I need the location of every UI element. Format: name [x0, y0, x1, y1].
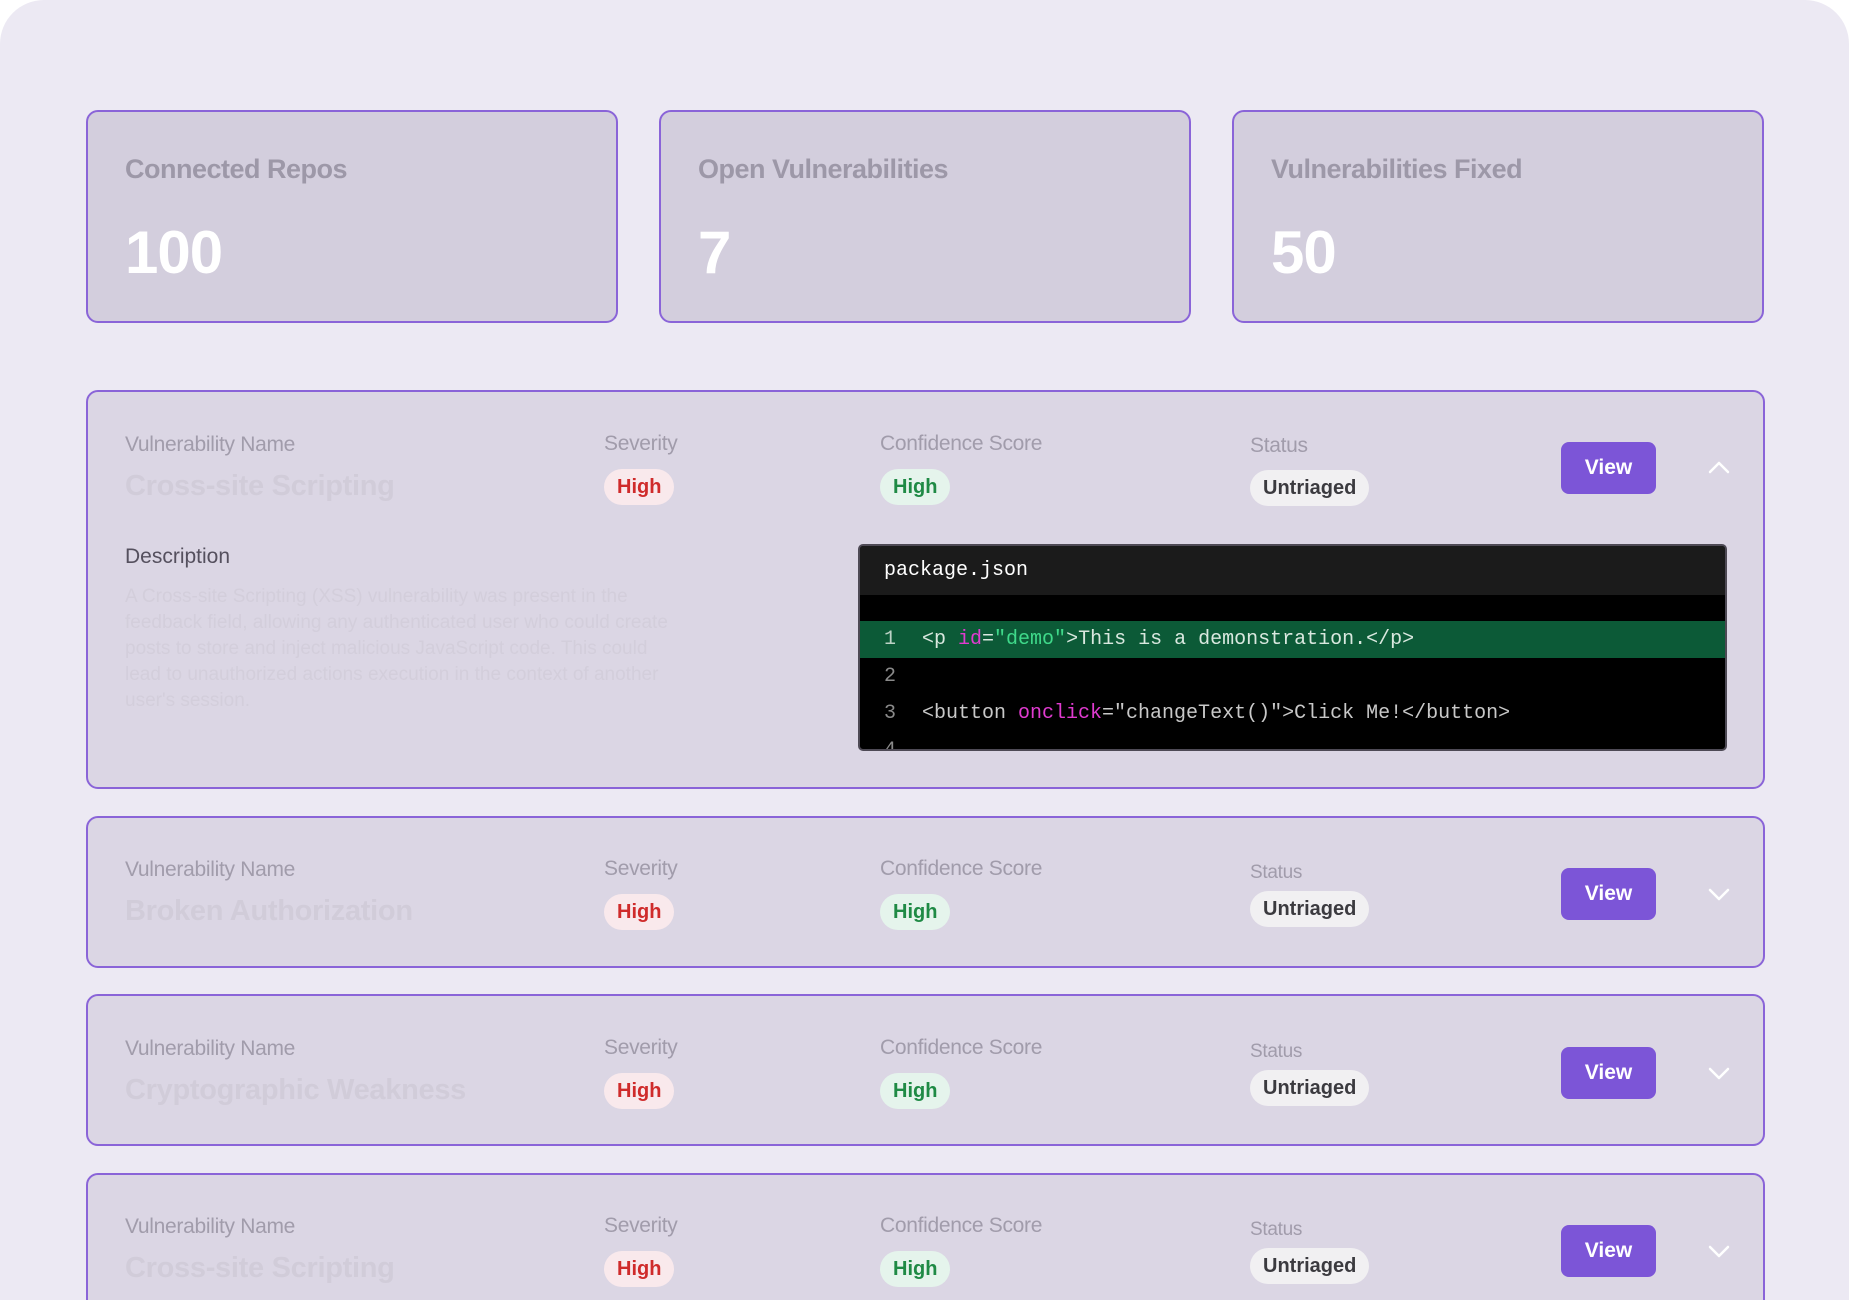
confidence-score-label: Confidence Score: [880, 1214, 1043, 1237]
code-text: <p id="demo">This is a demonstration.</p…: [922, 628, 1415, 651]
stat-value: 50: [1271, 219, 1337, 286]
status-badge: Untriaged: [1250, 1070, 1370, 1106]
line-number: 3: [884, 702, 897, 725]
dashboard-page: Connected Repos 100 Open Vulnerabilities…: [0, 0, 1849, 1300]
view-button[interactable]: View: [1561, 1047, 1656, 1099]
vulnerability-name: Cross-site Scripting: [125, 1252, 395, 1284]
vulnerability-name: Cryptographic Weakness: [125, 1074, 466, 1106]
vulnerability-card[interactable]: Vulnerability Name Cross-site Scripting …: [86, 1173, 1765, 1300]
vulnerability-card[interactable]: Vulnerability Name Broken Authorization …: [86, 816, 1765, 968]
stat-value: 100: [125, 219, 223, 286]
vulnerability-name-label: Vulnerability Name: [125, 1215, 296, 1238]
status-badge: Untriaged: [1250, 891, 1370, 927]
view-button[interactable]: View: [1561, 1225, 1656, 1277]
line-number: 2: [884, 665, 897, 688]
line-number: 4: [884, 739, 897, 751]
vulnerability-card[interactable]: Vulnerability Name Cryptographic Weaknes…: [86, 994, 1765, 1146]
confidence-score-label: Confidence Score: [880, 432, 1043, 455]
confidence-badge: High: [880, 469, 951, 505]
status-badge: Untriaged: [1250, 1248, 1370, 1284]
code-line: 2: [860, 658, 1725, 695]
severity-label: Severity: [604, 857, 678, 880]
confidence-score-label: Confidence Score: [880, 857, 1043, 880]
code-line: 1 <p id="demo">This is a demonstration.<…: [860, 621, 1725, 658]
severity-label: Severity: [604, 1214, 678, 1237]
vulnerability-name-label: Vulnerability Name: [125, 858, 296, 881]
vulnerability-name-label: Vulnerability Name: [125, 1037, 296, 1060]
description-text: A Cross-site Scripting (XSS) vulnerabili…: [125, 586, 668, 711]
confidence-score-label: Confidence Score: [880, 1036, 1043, 1059]
chevron-down-icon[interactable]: [1702, 877, 1736, 911]
code-line: 4: [860, 732, 1725, 751]
view-button[interactable]: View: [1561, 442, 1656, 494]
view-button[interactable]: View: [1561, 868, 1656, 920]
code-line: 3 <button onclick="changeText()">Click M…: [860, 695, 1725, 732]
vulnerability-card[interactable]: Vulnerability Name Cross-site Scripting …: [86, 390, 1765, 789]
stat-card-open-vulnerabilities: Open Vulnerabilities 7: [659, 110, 1191, 323]
chevron-down-icon[interactable]: [1702, 1056, 1736, 1090]
status-label: Status: [1250, 1041, 1303, 1062]
status-badge: Untriaged: [1250, 470, 1370, 506]
severity-label: Severity: [604, 1036, 678, 1059]
status-label: Status: [1250, 862, 1303, 883]
stat-card-connected-repos: Connected Repos 100: [86, 110, 618, 323]
confidence-badge: High: [880, 894, 951, 930]
stats-row: Connected Repos 100 Open Vulnerabilities…: [86, 110, 1765, 325]
severity-badge: High: [604, 1251, 675, 1287]
stat-title: Vulnerabilities Fixed: [1271, 154, 1523, 184]
line-number: 1: [884, 628, 897, 651]
severity-badge: High: [604, 1073, 675, 1109]
description-label: Description: [125, 545, 231, 568]
vulnerability-name: Cross-site Scripting: [125, 470, 395, 502]
vulnerability-name-label: Vulnerability Name: [125, 433, 296, 456]
code-text: <button onclick="changeText()">Click Me!…: [922, 702, 1511, 725]
confidence-badge: High: [880, 1073, 951, 1109]
code-filename: package.json: [860, 546, 1725, 595]
status-label: Status: [1250, 434, 1308, 457]
confidence-badge: High: [880, 1251, 951, 1287]
chevron-up-icon[interactable]: [1702, 451, 1736, 485]
stat-value: 7: [698, 219, 731, 286]
vulnerability-name: Broken Authorization: [125, 895, 413, 927]
stat-title: Connected Repos: [125, 154, 348, 184]
severity-badge: High: [604, 469, 675, 505]
chevron-down-icon[interactable]: [1702, 1234, 1736, 1268]
status-label: Status: [1250, 1219, 1303, 1240]
stat-title: Open Vulnerabilities: [698, 154, 949, 184]
severity-label: Severity: [604, 432, 678, 455]
stat-card-vulnerabilities-fixed: Vulnerabilities Fixed 50: [1232, 110, 1764, 323]
severity-badge: High: [604, 894, 675, 930]
code-snippet: package.json 1 <p id="demo">This is a de…: [858, 544, 1727, 751]
